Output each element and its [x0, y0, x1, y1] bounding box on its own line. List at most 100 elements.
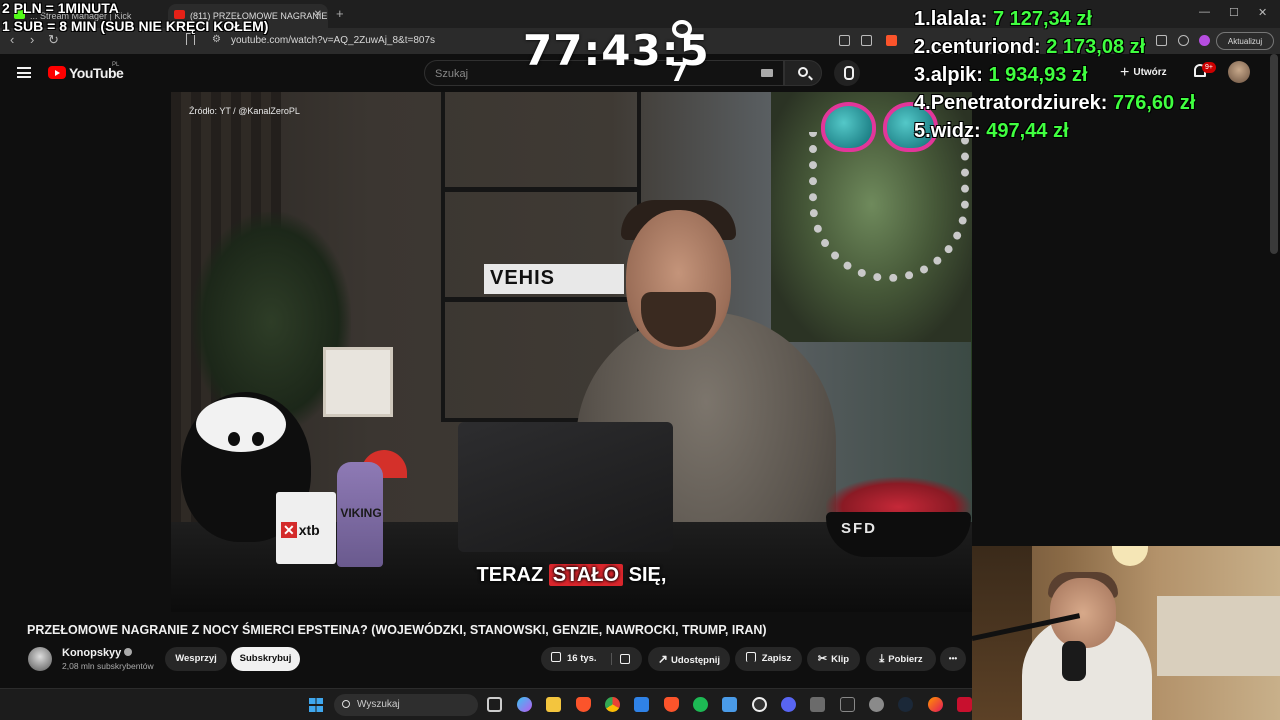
more-actions-button[interactable]: •••	[940, 647, 966, 671]
scissors-icon: ✂	[817, 653, 828, 665]
share-icon: ↗	[657, 652, 668, 666]
taskbar-search-input[interactable]: Wyszukaj	[334, 694, 478, 716]
webcam-kitchen	[1157, 596, 1280, 676]
leaderboard-row: 3.alpik: 1 934,93 zł	[914, 64, 1088, 86]
brave-alt-icon[interactable]	[664, 697, 679, 712]
streamer-webcam	[972, 546, 1280, 720]
webcam-person-head	[1050, 578, 1116, 648]
page-scrollbar[interactable]	[1270, 54, 1278, 254]
mug-logo: ✕ xtb	[281, 522, 320, 538]
plus-icon: +	[1120, 64, 1130, 81]
cast-icon[interactable]	[839, 35, 850, 46]
taskbar-search-placeholder: Wyszukaj	[357, 699, 400, 710]
subtitle-before: TERAZ	[476, 564, 544, 586]
bowl-logo: SFD	[841, 520, 877, 537]
leaderboard-row: 2.centuriond: 2 173,08 zł	[914, 36, 1146, 58]
vehis-sign: VEHIS	[484, 264, 624, 294]
windows-start-icon[interactable]	[309, 698, 323, 712]
share-page-icon[interactable]	[861, 35, 872, 46]
like-button[interactable]: 16 tys.	[541, 647, 642, 671]
steam-icon[interactable]	[898, 697, 913, 712]
share-label: Udostępnij	[670, 655, 721, 666]
thumbs-down-icon[interactable]	[620, 654, 630, 664]
leaderboard-row: 1.lalala: 7 127,34 zł	[914, 8, 1092, 30]
mascot-eye	[252, 432, 264, 446]
keyboard-icon[interactable]	[761, 69, 773, 77]
video-player[interactable]: VEHIS ✕ xtb VIKING SFD Źródło: YT / @Kana…	[171, 92, 972, 612]
clip-label: Klip	[831, 654, 850, 665]
calculator-icon[interactable]	[810, 697, 825, 712]
thumbs-up-icon	[551, 652, 561, 662]
country-code: PL	[112, 62, 120, 68]
youtube-logo-icon[interactable]	[48, 66, 66, 79]
task-view-icon[interactable]	[487, 697, 502, 712]
brave-shield-icon[interactable]	[886, 35, 897, 46]
search-icon	[342, 700, 350, 708]
update-button[interactable]: Aktualizuj	[1216, 32, 1274, 50]
photo-frame	[323, 347, 393, 417]
back-icon[interactable]: ‹	[10, 32, 14, 47]
download-label: Pobierz	[888, 654, 923, 665]
app-red-icon[interactable]	[957, 697, 972, 712]
url-field[interactable]: youtube.com/watch?v=AQ_2ZuwAj_8&t=807s	[231, 35, 435, 46]
download-button[interactable]: ⤓ Pobierz	[866, 647, 936, 671]
profile-icon[interactable]	[1199, 35, 1210, 46]
extensions-icon[interactable]	[1156, 35, 1167, 46]
maximize-button[interactable]: ☐	[1229, 6, 1239, 19]
video-scene-plant-right	[971, 192, 972, 522]
channel-avatar[interactable]	[28, 647, 52, 671]
save-button[interactable]: Zapisz	[735, 647, 802, 671]
forward-icon[interactable]: ›	[30, 32, 34, 47]
bookmark-icon[interactable]	[186, 33, 195, 45]
minimize-button[interactable]: —	[1199, 6, 1210, 18]
create-button[interactable]: + Utwórz	[1120, 64, 1167, 82]
discord-icon[interactable]	[781, 697, 796, 712]
timer-corner-digit: 7	[670, 58, 689, 88]
timer-ring-icon	[672, 20, 692, 38]
mascot-eye	[228, 432, 240, 446]
channel-subscriber-count: 2,08 mln subskrybentów	[62, 661, 154, 671]
search-icon	[798, 67, 808, 77]
brave-icon[interactable]	[576, 697, 591, 712]
app-icon[interactable]	[840, 697, 855, 712]
bottle-label: VIKING	[340, 506, 382, 520]
menu-icon[interactable]	[17, 67, 31, 78]
new-tab-button[interactable]: +	[336, 6, 344, 21]
shelf-board	[441, 297, 641, 302]
video-scene-laptop	[458, 422, 673, 552]
chrome-icon[interactable]	[605, 697, 620, 712]
create-label: Utwórz	[1133, 67, 1167, 78]
explorer-icon[interactable]	[546, 697, 561, 712]
leaderboard-row: 5.widz: 497,44 zł	[914, 120, 1069, 142]
support-button[interactable]: Wesprzyj	[165, 647, 227, 671]
notes-icon[interactable]	[722, 697, 737, 712]
channel-name[interactable]: Konopskyy	[62, 647, 133, 659]
clip-button[interactable]: ✂ Klip	[807, 647, 860, 671]
video-source-label: Źródło: YT / @KanalZeroPL	[189, 106, 300, 116]
close-window-button[interactable]: ✕	[1258, 6, 1267, 19]
save-label: Zapisz	[761, 653, 792, 664]
settings-icon[interactable]	[869, 697, 884, 712]
search-button[interactable]	[784, 60, 822, 86]
firefox-icon[interactable]	[928, 697, 943, 712]
site-info-icon[interactable]: ⚙	[212, 34, 221, 45]
video-title: PRZEŁOMOWE NAGRANIE Z NOCY ŚMIERCI EPSTE…	[27, 623, 767, 637]
notification-badge: 9+	[1202, 62, 1216, 73]
search-placeholder: Szukaj	[435, 68, 469, 80]
donation-rate-line: 2 PLN = 1MINUTA	[2, 0, 119, 16]
verified-icon	[124, 648, 133, 656]
subscribe-button[interactable]: Subskrybuj	[231, 647, 300, 671]
close-tab-icon[interactable]: ✕	[314, 9, 322, 20]
voice-search-icon[interactable]	[834, 60, 860, 86]
subtitle-after: SIĘ,	[628, 564, 667, 586]
share-button[interactable]: ↗ Udostępnij	[648, 647, 730, 671]
microphone-icon	[1062, 641, 1086, 681]
store-icon[interactable]	[634, 697, 649, 712]
reload-icon[interactable]: ↻	[48, 32, 59, 48]
spotify-icon[interactable]	[693, 697, 708, 712]
account-avatar[interactable]	[1228, 61, 1250, 83]
vpn-icon[interactable]	[1178, 35, 1189, 46]
mascot-face	[196, 397, 286, 452]
copilot-icon[interactable]	[517, 697, 532, 712]
obs-icon[interactable]	[752, 697, 767, 712]
